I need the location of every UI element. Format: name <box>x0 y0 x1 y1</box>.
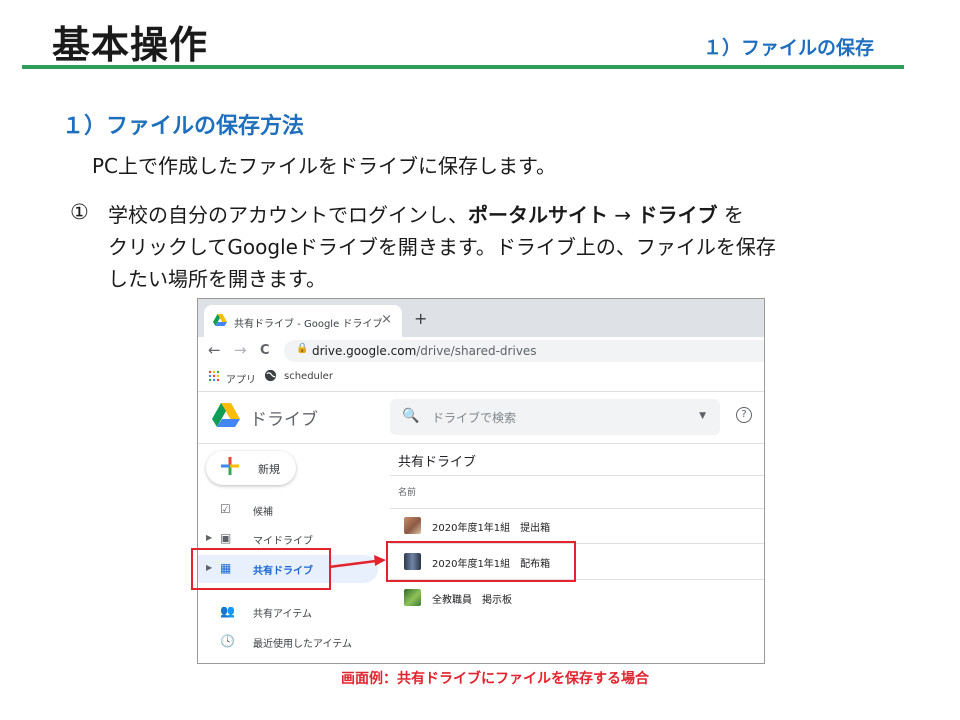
arrow-connector <box>328 555 386 569</box>
screenshot-caption: 画面例：共有ドライブにファイルを保存する場合 <box>341 671 649 687</box>
